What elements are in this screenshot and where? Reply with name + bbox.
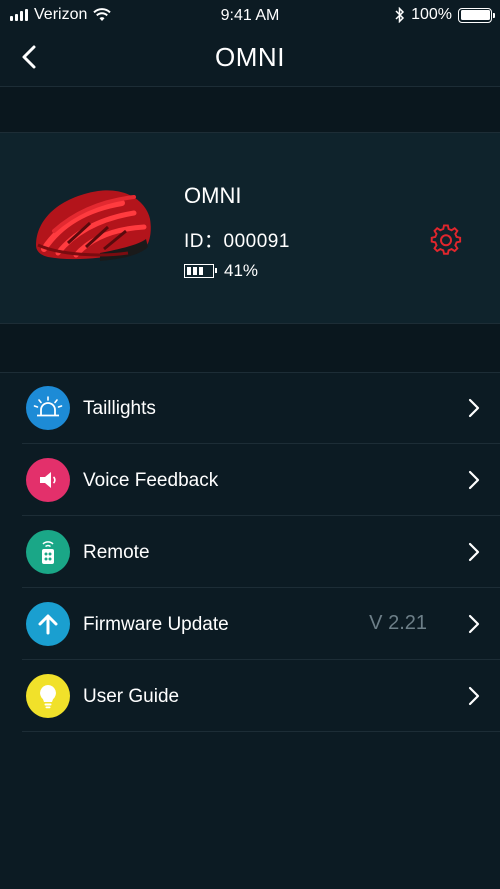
upload-arrow-icon: [26, 602, 70, 646]
device-battery-percent: 41%: [224, 261, 259, 280]
chevron-right-icon: [468, 614, 480, 634]
battery-percent: 100%: [411, 6, 452, 23]
remote-icon: [26, 530, 70, 574]
spacer-band: [0, 324, 500, 372]
taillight-icon: [26, 386, 70, 430]
gear-icon[interactable]: [430, 224, 462, 256]
status-bar: Verizon 9:41 AM 100%: [0, 0, 500, 32]
device-name: OMNI: [184, 183, 242, 208]
spacer-band: [0, 87, 500, 132]
menu-item-user-guide[interactable]: User Guide: [0, 660, 500, 732]
battery-level-icon: [184, 264, 217, 278]
status-right: 100%: [395, 6, 495, 24]
device-id: ID：000091: [184, 231, 290, 252]
device-battery: 41%: [184, 261, 258, 281]
menu-item-voice-feedback[interactable]: Voice Feedback: [0, 444, 500, 516]
battery-icon: [458, 7, 495, 23]
speaker-icon: [26, 458, 70, 502]
chevron-right-icon: [468, 398, 480, 418]
menu-item-firmware-update[interactable]: Firmware Update V 2.21: [0, 588, 500, 660]
menu-item-label: User Guide: [83, 686, 180, 707]
menu-item-label: Remote: [83, 542, 150, 563]
device-card: OMNI ID：000091 41%: [0, 133, 500, 323]
settings-menu: Taillights Voice Feedback Remote Firmwar…: [0, 372, 500, 732]
page-title: OMNI: [215, 42, 285, 72]
chevron-right-icon: [468, 470, 480, 490]
lightbulb-icon: [26, 674, 70, 718]
nav-bar: OMNI: [0, 32, 500, 86]
chevron-right-icon: [468, 542, 480, 562]
firmware-version: V 2.21: [369, 612, 427, 634]
menu-item-remote[interactable]: Remote: [0, 516, 500, 588]
menu-item-taillights[interactable]: Taillights: [0, 372, 500, 444]
menu-item-label: Firmware Update: [83, 614, 229, 635]
menu-item-label: Voice Feedback: [83, 470, 219, 491]
menu-item-label: Taillights: [83, 398, 156, 419]
bluetooth-icon: [395, 7, 405, 23]
chevron-right-icon: [468, 686, 480, 706]
helmet-image: [36, 190, 151, 261]
